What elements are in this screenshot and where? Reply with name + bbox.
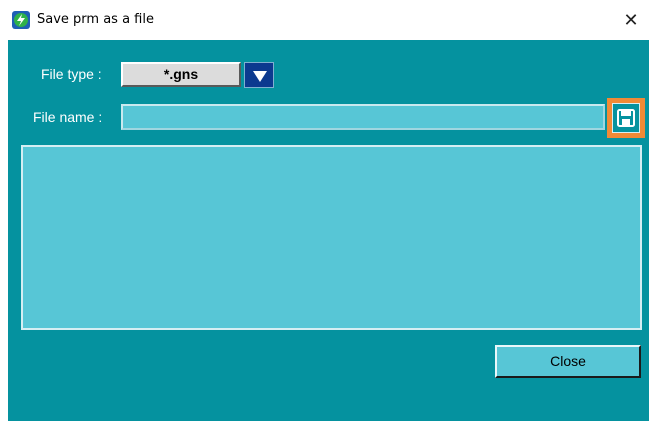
- save-file-button[interactable]: [607, 98, 645, 138]
- title-bar: Save prm as a file ✕: [0, 0, 649, 40]
- file-name-label: File name :: [33, 109, 103, 125]
- chevron-down-icon: [253, 71, 267, 82]
- file-name-input[interactable]: [121, 104, 605, 130]
- file-type-label: File type :: [41, 66, 102, 82]
- file-list-area[interactable]: [21, 145, 642, 330]
- app-bolt-icon: [12, 11, 30, 29]
- file-type-select[interactable]: *.gns: [121, 62, 241, 87]
- window-title: Save prm as a file: [37, 12, 154, 27]
- file-type-dropdown-button[interactable]: [244, 62, 274, 88]
- floppy-disk-icon: [617, 109, 635, 127]
- close-button[interactable]: Close: [495, 345, 641, 378]
- window-close-button[interactable]: ✕: [617, 7, 645, 33]
- dialog-body: File type : *.gns File name : Close: [8, 40, 649, 421]
